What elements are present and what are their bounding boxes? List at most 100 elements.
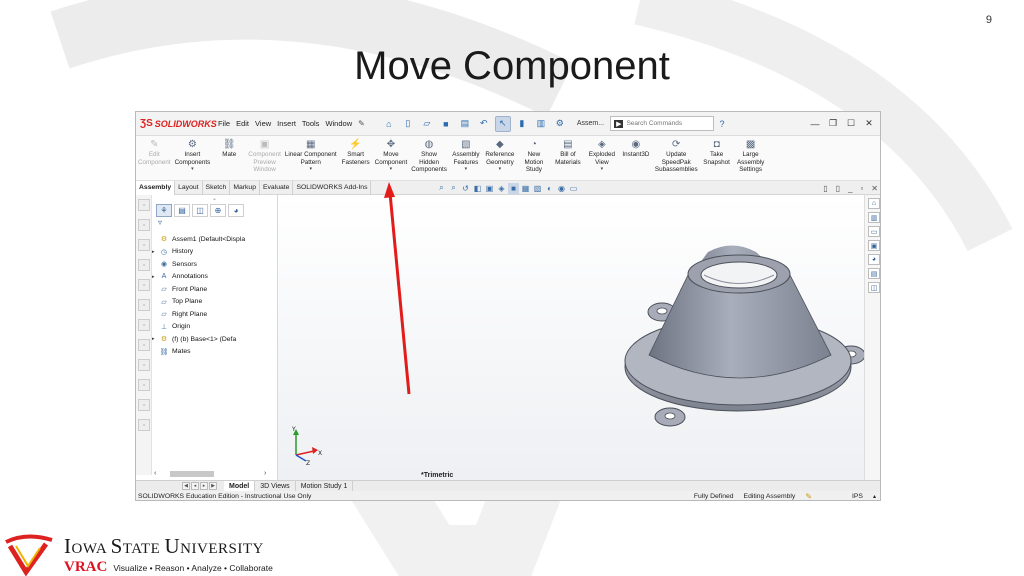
tree-scrollbar[interactable]: ‹ ›	[154, 469, 274, 478]
property-manager-tab-icon[interactable]: ▤	[174, 203, 190, 217]
view-palette-icon[interactable]: ▣	[868, 240, 880, 251]
open-icon[interactable]: ▱	[419, 116, 435, 132]
graphics-area[interactable]: *Trimetric Y X Z	[278, 195, 864, 480]
reference-geometry-button[interactable]: ◆ Reference Geometry ▾	[485, 138, 515, 172]
tree-node[interactable]: ⚙ Assem1 (Default<Displa	[152, 233, 277, 246]
tree-node[interactable]: ▱ Front Plane	[152, 283, 277, 296]
view-orientation-icon[interactable]: ◈	[496, 183, 507, 194]
tab-assembly[interactable]: Assembly	[136, 180, 176, 195]
scroll-right-icon[interactable]: ›	[264, 470, 274, 477]
tab-motion-study-1[interactable]: Motion Study 1	[296, 480, 354, 492]
menu-file[interactable]: File	[218, 119, 230, 128]
search-input[interactable]	[626, 120, 707, 127]
tab-model[interactable]: Model	[224, 480, 256, 492]
file-properties-icon[interactable]: ▥	[533, 116, 549, 132]
large-assembly-settings-button[interactable]: ▩ Large Assembly Settings	[736, 138, 766, 174]
strip-icon[interactable]: ▫	[138, 379, 150, 391]
forum-icon[interactable]: ◫	[868, 282, 880, 293]
strip-icon[interactable]: ▫	[138, 259, 150, 271]
strip-icon[interactable]: ▫	[138, 219, 150, 231]
maximize-icon[interactable]: ☐	[842, 116, 860, 132]
first-tab-icon[interactable]: ◀	[182, 482, 190, 490]
tree-node[interactable]: ▱ Top Plane	[152, 296, 277, 309]
rebuild-icon[interactable]: ▮	[514, 116, 530, 132]
dimxpert-tab-icon[interactable]: ⊕	[210, 203, 226, 217]
filter-icon[interactable]: ▿	[152, 217, 277, 229]
restore-icon[interactable]: ❐	[824, 116, 842, 132]
smart-fasteners-button[interactable]: ⚡ Smart Fasteners	[341, 138, 371, 166]
tree-node[interactable]: ⊥ Origin	[152, 321, 277, 334]
print-icon[interactable]: ▤	[457, 116, 473, 132]
tab-3d-views[interactable]: 3D Views	[255, 480, 296, 492]
edit-component-button[interactable]: ✎ Edit Component	[138, 138, 171, 166]
strip-icon[interactable]: ▫	[138, 419, 150, 431]
chevron-down-icon[interactable]: ▾	[465, 166, 468, 172]
tab-markup[interactable]: Markup	[230, 180, 260, 195]
chevron-down-icon[interactable]: ▾	[499, 166, 502, 172]
panel-grip[interactable]: ⌄	[152, 195, 277, 203]
shaded-display-icon[interactable]: ■	[508, 182, 519, 194]
tree-node[interactable]: ▸ ◷ History	[152, 246, 277, 259]
exploded-view-button[interactable]: ◈ Exploded View ▾	[587, 138, 617, 172]
zoom-area-icon[interactable]: ⌕	[448, 183, 459, 194]
new-document-icon[interactable]: ▯	[400, 116, 416, 132]
instant3d-button[interactable]: ◉ Instant3D	[621, 138, 651, 159]
section-view-icon[interactable]: ◧	[472, 183, 483, 194]
strip-icon[interactable]: ▫	[138, 339, 150, 351]
strip-icon[interactable]: ▫	[138, 239, 150, 251]
tree-node[interactable]: ▸ A Annotations	[152, 271, 277, 284]
menu-view[interactable]: View	[255, 119, 271, 128]
strip-icon[interactable]: ▫	[138, 199, 150, 211]
edit-appearance-icon[interactable]: ◐	[544, 183, 555, 194]
dynamic-annotation-icon[interactable]: ▣	[484, 183, 495, 194]
status-units[interactable]: IPS	[852, 493, 863, 500]
menu-window[interactable]: Window	[325, 119, 352, 128]
tab-layout[interactable]: Layout	[175, 180, 203, 195]
scroll-thumb[interactable]	[170, 470, 214, 477]
chevron-down-icon[interactable]: ▾	[309, 166, 312, 172]
close-icon[interactable]: ✕	[860, 116, 878, 132]
tree-node[interactable]: ⛓ Mates	[152, 346, 277, 359]
strip-icon[interactable]: ▫	[138, 319, 150, 331]
new-motion-study-button[interactable]: ◔ New Motion Study	[519, 138, 549, 174]
appearances-icon[interactable]: ◕	[868, 254, 880, 265]
undo-icon[interactable]: ↶	[476, 116, 492, 132]
tab-evaluate[interactable]: Evaluate	[260, 180, 294, 195]
save-icon[interactable]: ■	[438, 116, 454, 132]
doc-restore-icon[interactable]: ▫	[860, 184, 863, 193]
expand-arrow-icon[interactable]: ▸	[152, 336, 159, 342]
configuration-tab-icon[interactable]: ◫	[192, 203, 208, 217]
chevron-down-icon[interactable]: ▾	[191, 166, 194, 172]
scroll-left-icon[interactable]: ‹	[154, 470, 164, 477]
file-explorer-icon[interactable]: ▭	[868, 226, 880, 237]
design-library-icon[interactable]: ▥	[868, 212, 880, 223]
strip-icon[interactable]: ▫	[138, 359, 150, 371]
tab-solidworks-add-ins[interactable]: SOLIDWORKS Add-Ins	[293, 180, 372, 195]
component-preview-window-button[interactable]: ▣ Component Preview Window	[248, 138, 281, 174]
chevron-down-icon[interactable]: ▾	[390, 166, 393, 172]
menu-edit[interactable]: Edit	[236, 119, 249, 128]
pin-icon[interactable]: ✎	[358, 119, 365, 128]
strip-icon[interactable]: ▫	[138, 299, 150, 311]
window-tile2-icon[interactable]: ▯	[836, 184, 840, 193]
assembly-features-button[interactable]: ▧ Assembly Features ▾	[451, 138, 481, 172]
minimize-icon[interactable]: —	[806, 116, 824, 132]
expand-arrow-icon[interactable]: ▸	[152, 249, 159, 255]
display-style-icon[interactable]: ▦	[520, 183, 531, 194]
previous-view-icon[interactable]: ↺	[460, 183, 471, 194]
bill-of-materials-button[interactable]: ▤ Bill of Materials	[553, 138, 583, 166]
view-settings-icon[interactable]: ▭	[568, 183, 579, 194]
take-snapshot-button[interactable]: ◘ Take Snapshot	[702, 138, 732, 166]
rebuild-status-icon[interactable]: ✎	[805, 492, 812, 500]
tree-node[interactable]: ▸ ⚙ (f) (b) Base<1> (Defa	[152, 333, 277, 346]
zoom-to-fit-icon[interactable]: ⌕	[436, 183, 447, 194]
mate-button[interactable]: ⛓ Mate	[214, 138, 244, 159]
expand-arrow-icon[interactable]: ▸	[152, 274, 159, 280]
tree-node[interactable]: ▱ Right Plane	[152, 308, 277, 321]
prev-tab-icon[interactable]: ◂	[191, 482, 199, 490]
strip-icon[interactable]: ▫	[138, 399, 150, 411]
solidworks-resources-icon[interactable]: ⌂	[868, 198, 880, 209]
menu-tools[interactable]: Tools	[302, 119, 320, 128]
move-component-button[interactable]: ✥ Move Component ▾	[375, 138, 408, 172]
strip-icon[interactable]: ▫	[138, 279, 150, 291]
